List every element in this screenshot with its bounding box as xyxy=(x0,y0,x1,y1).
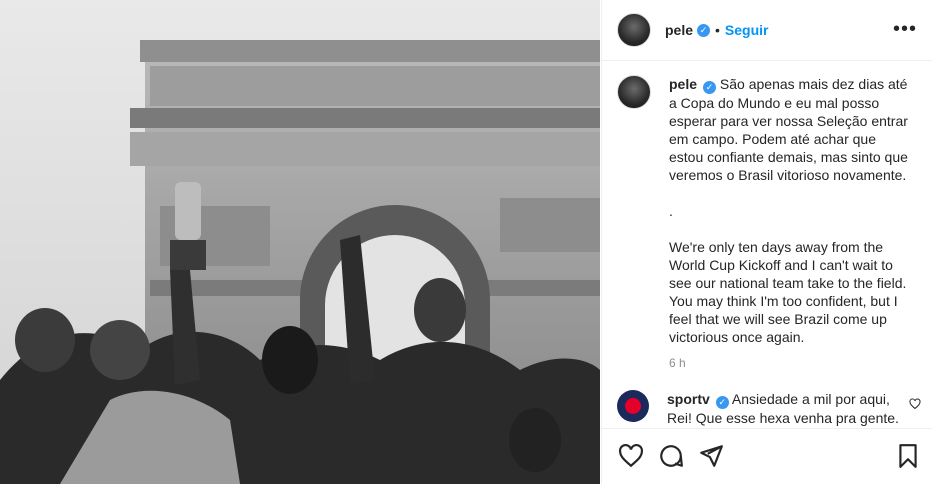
post-side-panel: pele ✓ • Seguir ••• pele ✓ São apenas mai… xyxy=(601,0,932,484)
comment-like-heart-icon[interactable] xyxy=(909,398,921,410)
post-actions-bar xyxy=(602,428,932,485)
verified-badge-icon: ✓ xyxy=(715,396,729,409)
arc-de-triomphe-photo xyxy=(0,0,600,484)
more-options-icon[interactable]: ••• xyxy=(893,18,917,41)
header-separator: • xyxy=(715,22,720,38)
comment-icon[interactable] xyxy=(658,443,684,469)
header-username[interactable]: pele xyxy=(665,22,693,38)
caption-username[interactable]: pele xyxy=(669,76,697,92)
caption-text-en: We're only ten days away from the World … xyxy=(669,239,907,345)
post-timestamp[interactable]: 6 h xyxy=(669,354,909,372)
send-icon[interactable] xyxy=(698,443,724,469)
post-caption: pele ✓ São apenas mais dez dias até a Cop… xyxy=(602,61,932,372)
comment-username[interactable]: sportv xyxy=(667,391,710,407)
profile-avatar[interactable] xyxy=(617,13,651,47)
caption-avatar[interactable] xyxy=(617,75,651,109)
sportv-logo-icon xyxy=(625,398,641,414)
comment-text-block: sportv ✓ Ansiedade a mil por aqui, Rei! Q… xyxy=(667,390,907,427)
verified-badge-icon: ✓ xyxy=(697,23,711,37)
bookmark-icon[interactable] xyxy=(895,443,921,469)
comment-item: sportv ✓ Ansiedade a mil por aqui, Rei! Q… xyxy=(602,372,932,427)
heart-icon[interactable] xyxy=(618,443,644,469)
post-header: pele ✓ • Seguir ••• xyxy=(602,0,932,61)
follow-button[interactable]: Seguir xyxy=(725,22,769,38)
comments-scroll-area[interactable]: pele ✓ São apenas mais dez dias até a Cop… xyxy=(602,61,932,427)
comment-avatar[interactable] xyxy=(617,390,649,422)
caption-text-block: pele ✓ São apenas mais dez dias até a Cop… xyxy=(669,75,909,372)
post-photo[interactable] xyxy=(0,0,600,484)
verified-badge-icon: ✓ xyxy=(703,81,717,94)
caption-dot: . xyxy=(669,203,673,219)
